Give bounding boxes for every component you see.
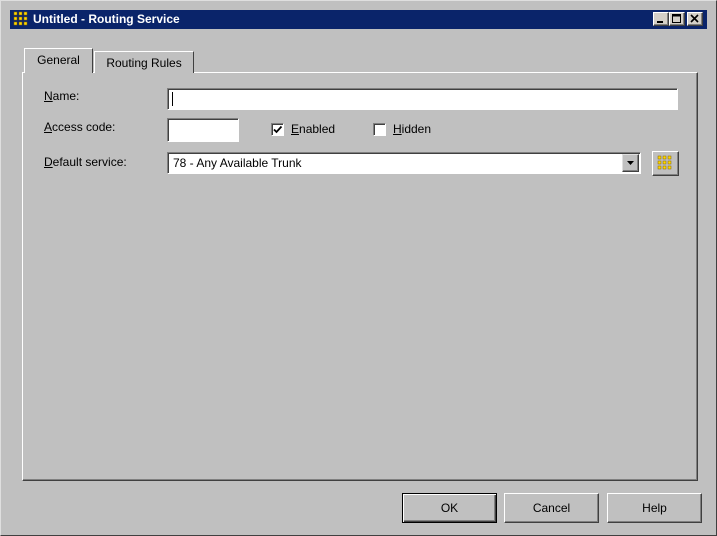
maximize-button[interactable]	[669, 12, 685, 26]
enabled-label[interactable]: Enabled	[291, 122, 335, 136]
close-button[interactable]	[687, 12, 703, 26]
name-label: Name:	[44, 89, 80, 103]
enabled-checkbox[interactable]	[271, 123, 284, 136]
grid-icon	[13, 11, 30, 28]
checkmark-icon	[273, 125, 283, 134]
browse-services-button[interactable]	[652, 151, 679, 176]
default-service-dropdown[interactable]: 78 - Any Available Trunk	[167, 152, 641, 174]
help-button[interactable]: Help	[607, 493, 702, 523]
routing-service-window: Untitled - Routing Service General Routi…	[0, 0, 717, 536]
dropdown-button[interactable]	[622, 154, 639, 172]
name-field[interactable]	[167, 88, 678, 110]
window-title: Untitled - Routing Service	[33, 12, 180, 26]
hidden-label[interactable]: Hidden	[393, 122, 431, 136]
tab-routing-rules[interactable]: Routing Rules	[94, 51, 194, 73]
cancel-button[interactable]: Cancel	[504, 493, 599, 523]
hidden-checkbox[interactable]	[373, 123, 386, 136]
general-tab-panel	[22, 72, 698, 481]
tab-general[interactable]: General	[24, 48, 93, 73]
close-icon	[690, 14, 699, 23]
default-service-label: Default service:	[44, 155, 127, 169]
tab-general-label: General	[37, 53, 80, 67]
access-code-field[interactable]	[167, 118, 239, 142]
minimize-button[interactable]	[653, 12, 669, 26]
title-bar[interactable]: Untitled - Routing Service	[10, 10, 707, 29]
chevron-down-icon	[627, 161, 634, 165]
access-code-label: Access code:	[44, 120, 116, 134]
default-service-value: 78 - Any Available Trunk	[173, 156, 302, 170]
minimize-icon	[657, 21, 663, 23]
text-caret	[172, 92, 173, 106]
ok-button[interactable]: OK	[402, 493, 497, 523]
maximize-icon	[672, 14, 681, 23]
tab-routing-rules-label: Routing Rules	[106, 56, 182, 70]
grid-icon	[657, 155, 672, 170]
